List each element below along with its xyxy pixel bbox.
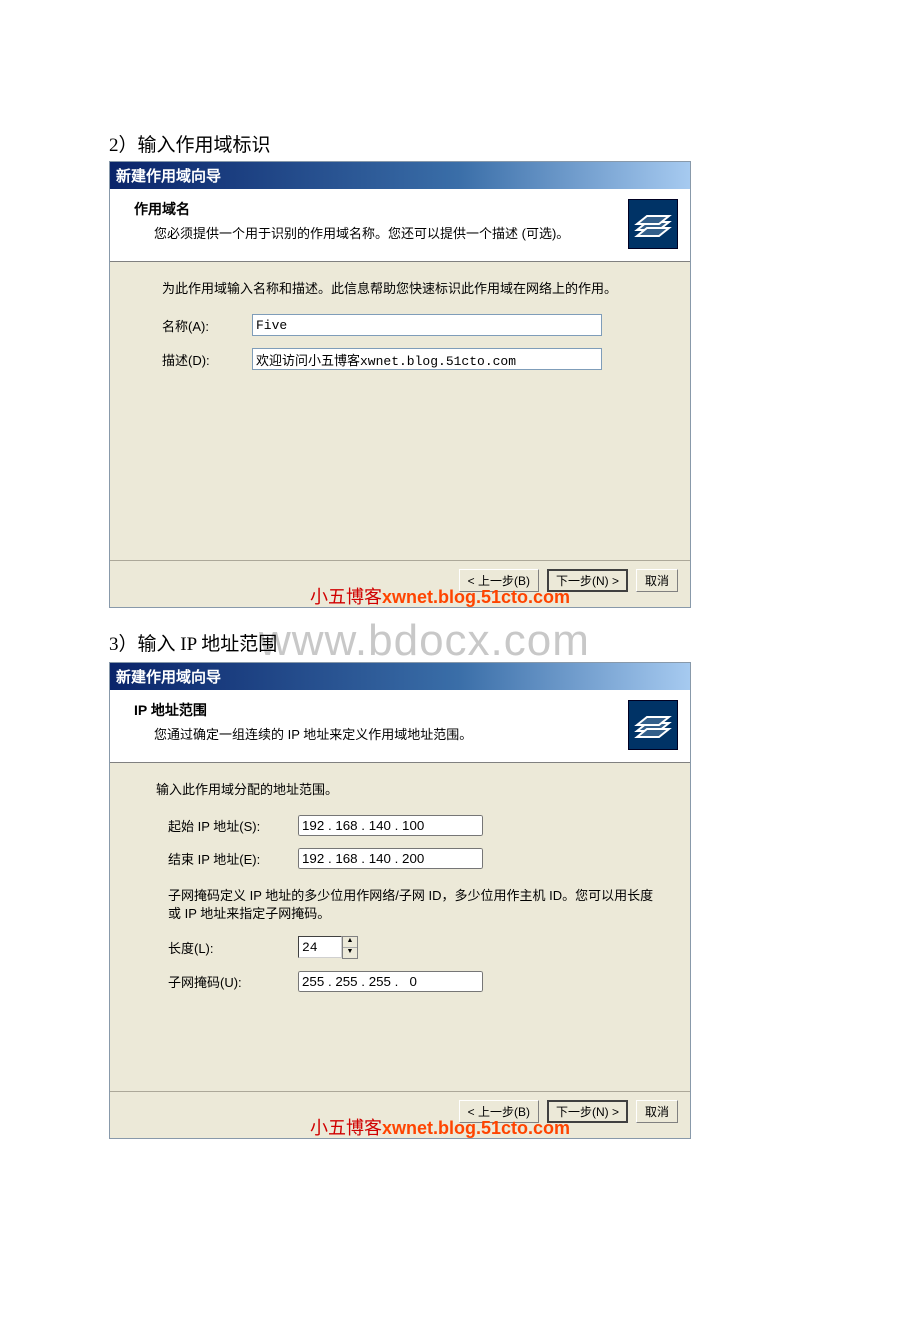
folder-stack-icon <box>628 700 678 750</box>
next-button[interactable]: 下一步(N) > <box>547 569 628 592</box>
dialog1-header-sub: 您必须提供一个用于识别的作用域名称。您还可以提供一个描述 (可选)。 <box>154 223 676 242</box>
dialog-ip-range: 新建作用域向导 IP 地址范围 您通过确定一组连续的 IP 地址来定义作用域地址… <box>109 662 691 1139</box>
mask-label: 子网掩码(U): <box>168 972 298 991</box>
mask-input[interactable] <box>298 971 483 992</box>
dialog1-instruction: 为此作用域输入名称和描述。此信息帮助您快速标识此作用域在网络上的作用。 <box>162 280 666 298</box>
next-button[interactable]: 下一步(N) > <box>547 1100 628 1123</box>
end-ip-input[interactable] <box>298 848 483 869</box>
dialog2-header: IP 地址范围 您通过确定一组连续的 IP 地址来定义作用域地址范围。 <box>110 690 690 763</box>
dialog2-body: 输入此作用域分配的地址范围。 起始 IP 地址(S): 结束 IP 地址(E):… <box>110 763 690 1091</box>
section1-caption: 2）输入作用域标识 <box>109 130 810 157</box>
desc-label: 描述(D): <box>162 350 252 369</box>
length-label: 长度(L): <box>168 938 298 957</box>
desc-input[interactable] <box>252 348 602 370</box>
start-ip-label: 起始 IP 地址(S): <box>168 816 298 835</box>
dialog-scope-name: 新建作用域向导 作用域名 您必须提供一个用于识别的作用域名称。您还可以提供一个描… <box>109 161 691 608</box>
back-button[interactable]: < 上一步(B) <box>459 1100 539 1123</box>
dialog1-footer: < 上一步(B) 下一步(N) > 取消 小五博客xwnet.blog.51ct… <box>110 560 690 607</box>
folder-stack-icon <box>628 199 678 249</box>
spin-down-icon[interactable]: ▼ <box>343 948 357 958</box>
dialog2-instr1: 输入此作用域分配的地址范围。 <box>156 781 666 799</box>
name-label: 名称(A): <box>162 316 252 335</box>
dialog2-titlebar: 新建作用域向导 <box>110 663 690 690</box>
spin-up-icon[interactable]: ▲ <box>343 937 357 948</box>
start-ip-input[interactable] <box>298 815 483 836</box>
watermark-big: www.bdocx.com <box>259 616 810 666</box>
length-input[interactable] <box>298 936 342 958</box>
dialog2-instr2: 子网掩码定义 IP 地址的多少位用作网络/子网 ID，多少位用作主机 ID。您可… <box>168 887 666 922</box>
dialog1-body: 为此作用域输入名称和描述。此信息帮助您快速标识此作用域在网络上的作用。 名称(A… <box>110 262 690 560</box>
cancel-button[interactable]: 取消 <box>636 1100 678 1123</box>
dialog1-titlebar: 新建作用域向导 <box>110 162 690 189</box>
section2-caption: 3）输入 IP 地址范围 <box>109 629 277 656</box>
end-ip-label: 结束 IP 地址(E): <box>168 849 298 868</box>
cancel-button[interactable]: 取消 <box>636 569 678 592</box>
length-spinner[interactable]: ▲ ▼ <box>342 936 358 959</box>
dialog1-header-title: 作用域名 <box>134 199 676 219</box>
dialog2-header-title: IP 地址范围 <box>134 700 676 720</box>
name-input[interactable] <box>252 314 602 336</box>
dialog2-footer: < 上一步(B) 下一步(N) > 取消 小五博客xwnet.blog.51ct… <box>110 1091 690 1138</box>
dialog1-header: 作用域名 您必须提供一个用于识别的作用域名称。您还可以提供一个描述 (可选)。 <box>110 189 690 262</box>
dialog2-header-sub: 您通过确定一组连续的 IP 地址来定义作用域地址范围。 <box>154 724 676 743</box>
back-button[interactable]: < 上一步(B) <box>459 569 539 592</box>
